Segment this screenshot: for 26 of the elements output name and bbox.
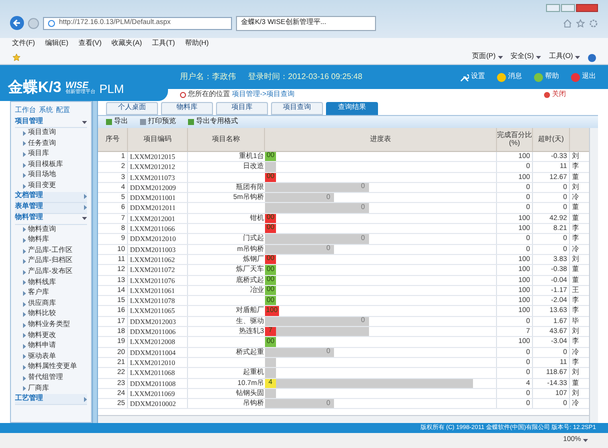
caret-icon <box>498 56 503 59</box>
forward-button[interactable] <box>28 18 39 28</box>
maximize-button[interactable] <box>561 4 575 12</box>
close-button[interactable] <box>576 4 598 12</box>
caret-icon <box>575 56 580 59</box>
user-name: 用户名：李政伟 <box>180 71 236 83</box>
tools-icon <box>460 72 469 82</box>
login-time: 登录时间：2012-03-16 09:25:48 <box>248 71 362 83</box>
export-icon <box>106 119 112 125</box>
printer-icon <box>140 119 146 125</box>
star-icon[interactable] <box>576 18 585 28</box>
minimize-button[interactable] <box>546 4 560 12</box>
caret-icon <box>583 439 588 442</box>
location-icon <box>180 92 186 98</box>
home-icon[interactable] <box>563 18 572 28</box>
settings-icon[interactable] <box>589 18 598 28</box>
caret-icon <box>82 120 87 124</box>
caret-icon <box>536 56 541 59</box>
export-icon <box>188 119 194 125</box>
back-button[interactable] <box>10 16 24 30</box>
help-icon[interactable] <box>588 54 596 62</box>
arrow-icon <box>84 396 87 402</box>
back-arrow-icon <box>13 19 21 27</box>
close-icon[interactable] <box>544 92 550 98</box>
caret-icon <box>82 217 87 220</box>
favorites-star-icon[interactable] <box>12 53 21 62</box>
